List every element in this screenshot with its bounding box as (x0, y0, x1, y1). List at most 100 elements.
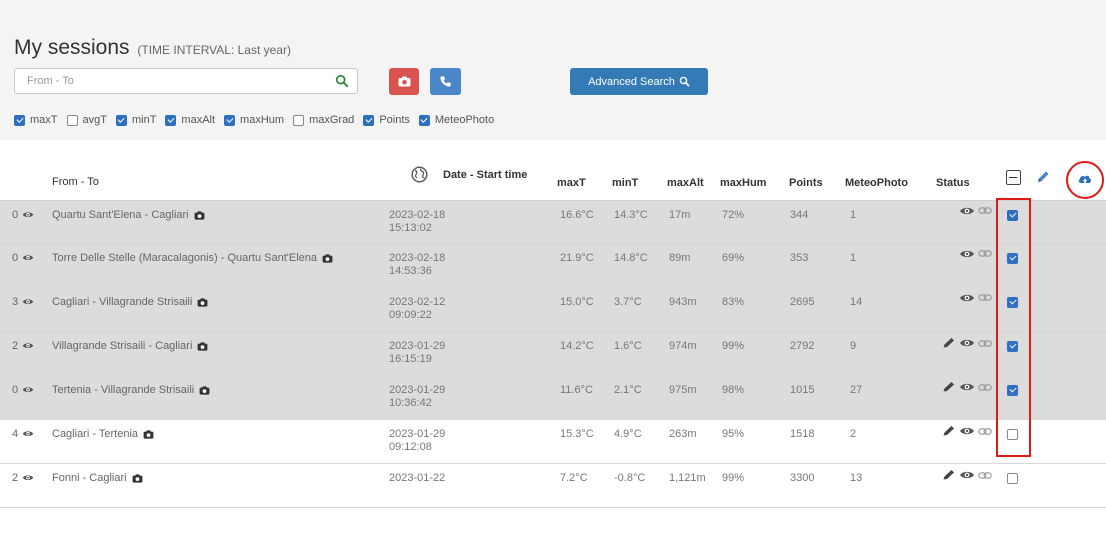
row-select-checkbox[interactable] (1007, 297, 1018, 308)
session-date: 2023-01-29 (389, 428, 446, 440)
edit-icon[interactable] (942, 381, 956, 393)
view-count: 2 (12, 340, 34, 352)
advanced-search-button[interactable]: Advanced Search (570, 68, 708, 95)
route-text[interactable]: Cagliari - Tertenia (52, 428, 138, 440)
route-link[interactable]: Cagliari - Villagrande Strisaili (52, 296, 208, 308)
filter-points[interactable]: Points (363, 114, 410, 126)
link-icon[interactable] (978, 339, 992, 348)
session-datetime: 2023-01-29 16:15:19 (389, 340, 459, 366)
route-link[interactable]: Quartu Sant'Elena - Cagliari (52, 209, 205, 221)
globe-icon[interactable] (411, 166, 428, 183)
route-link[interactable]: Cagliari - Tertenia (52, 428, 154, 440)
eye-icon[interactable] (22, 386, 34, 393)
session-time: 15:13:02 (389, 222, 432, 234)
edit-icon[interactable] (942, 469, 956, 481)
filter-checkbox[interactable] (115, 114, 127, 126)
from-to-search[interactable] (14, 68, 358, 94)
filter-checkbox[interactable] (418, 114, 430, 126)
column-header-meteophoto[interactable]: MeteoPhoto (845, 177, 908, 189)
link-icon[interactable] (978, 206, 992, 215)
table-row[interactable]: 0 Quartu Sant'Elena - Cagliari 2023-02-18 1… (0, 200, 1106, 244)
eye-icon[interactable] (22, 342, 34, 349)
table-row[interactable]: 0 Tertenia - Villagrande Strisaili 2023-01… (0, 376, 1106, 420)
link-icon[interactable] (978, 471, 992, 480)
filter-maxHum[interactable]: maxHum (224, 114, 284, 126)
visibility-icon[interactable] (959, 426, 975, 436)
filter-label: MeteoPhoto (434, 114, 495, 126)
visibility-icon[interactable] (959, 249, 975, 259)
eye-icon[interactable] (22, 211, 34, 218)
session-date: 2023-01-29 (389, 340, 446, 352)
table-row[interactable]: 2 Fonni - Cagliari 2023-01-22 7.2°C -0.8°C 1,… (0, 464, 1106, 508)
session-date: 2023-01-22 (389, 472, 446, 484)
filter-meteophoto[interactable]: MeteoPhoto (418, 114, 495, 126)
column-header-points[interactable]: Points (789, 177, 823, 189)
column-header-maxT[interactable]: maxT (557, 177, 586, 189)
meteophoto-count: 2 (850, 428, 857, 440)
filter-checkbox[interactable] (14, 114, 25, 126)
filter-checkbox[interactable] (363, 114, 375, 126)
route-text[interactable]: Cagliari - Villagrande Strisaili (52, 296, 192, 308)
points-count: 1015 (790, 384, 815, 396)
filter-checkbox[interactable] (165, 114, 177, 126)
route-text[interactable]: Quartu Sant'Elena - Cagliari (52, 209, 189, 221)
search-icon[interactable] (335, 74, 349, 88)
visibility-icon[interactable] (959, 338, 975, 348)
route-link[interactable]: Villagrande Strisaili - Cagliari (52, 340, 208, 352)
row-select-checkbox[interactable] (1007, 341, 1018, 352)
table-row[interactable]: 0 Torre Delle Stelle (Maracalagonis) - Qu… (0, 244, 1106, 288)
filter-maxT[interactable]: maxT (14, 114, 58, 126)
eye-icon[interactable] (22, 254, 34, 261)
visibility-icon[interactable] (959, 382, 975, 392)
row-select-checkbox[interactable] (1007, 429, 1018, 440)
filter-maxGrad[interactable]: maxGrad (293, 114, 354, 126)
visibility-icon[interactable] (959, 470, 975, 480)
visibility-icon[interactable] (959, 293, 975, 303)
edit-icon[interactable] (942, 425, 956, 437)
from-to-search-input[interactable] (15, 69, 315, 93)
column-header-maxHum[interactable]: maxHum (720, 177, 766, 189)
filter-checkbox[interactable] (224, 114, 236, 126)
route-text[interactable]: Villagrande Strisaili - Cagliari (52, 340, 192, 352)
eye-icon[interactable] (22, 474, 34, 481)
points-count: 3300 (790, 472, 815, 484)
filter-checkbox[interactable] (293, 114, 305, 126)
eye-icon[interactable] (22, 430, 34, 437)
row-select-checkbox[interactable] (1007, 210, 1018, 221)
toggle-select-all-button[interactable] (1006, 170, 1021, 185)
meteophoto-count: 1 (850, 209, 857, 221)
edit-icon[interactable] (942, 337, 956, 349)
route-text[interactable]: Torre Delle Stelle (Maracalagonis) - Qua… (52, 252, 317, 264)
table-row[interactable]: 2 Villagrande Strisaili - Cagliari 2023-01… (0, 332, 1106, 376)
filter-avgT[interactable]: avgT (66, 114, 107, 126)
table-row[interactable]: 4 Cagliari - Tertenia 2023-01-29 09:12:08 15… (0, 420, 1106, 464)
route-text[interactable]: Fonni - Cagliari (52, 472, 127, 484)
eye-icon[interactable] (22, 298, 34, 305)
column-header-from-to[interactable]: From - To (52, 176, 99, 188)
column-header-maxAlt[interactable]: maxAlt (667, 177, 704, 189)
route-link[interactable]: Tertenia - Villagrande Strisaili (52, 384, 210, 396)
phone-button[interactable] (430, 68, 461, 95)
min-temperature: 3.7°C (614, 296, 642, 308)
link-icon[interactable] (978, 427, 992, 436)
column-header-status[interactable]: Status (936, 177, 970, 189)
link-icon[interactable] (978, 293, 992, 302)
camera-button[interactable] (389, 68, 419, 95)
link-icon[interactable] (978, 383, 992, 392)
filter-minT[interactable]: minT (115, 114, 156, 126)
route-link[interactable]: Torre Delle Stelle (Maracalagonis) - Qua… (52, 252, 333, 264)
row-select-checkbox[interactable] (1007, 473, 1018, 484)
route-text[interactable]: Tertenia - Villagrande Strisaili (52, 384, 194, 396)
route-link[interactable]: Fonni - Cagliari (52, 472, 143, 484)
cloud-upload-icon[interactable] (1077, 172, 1093, 186)
visibility-icon[interactable] (959, 206, 975, 216)
row-select-checkbox[interactable] (1007, 253, 1018, 264)
link-icon[interactable] (978, 249, 992, 258)
filter-maxAlt[interactable]: maxAlt (165, 114, 215, 126)
edit-pencil-icon[interactable] (1036, 170, 1050, 184)
row-select-checkbox[interactable] (1007, 385, 1018, 396)
column-header-minT[interactable]: minT (612, 177, 638, 189)
column-header-date[interactable]: Date - Start time (443, 169, 527, 181)
filter-checkbox[interactable] (66, 114, 78, 126)
table-row[interactable]: 3 Cagliari - Villagrande Strisaili 2023-02… (0, 288, 1106, 332)
